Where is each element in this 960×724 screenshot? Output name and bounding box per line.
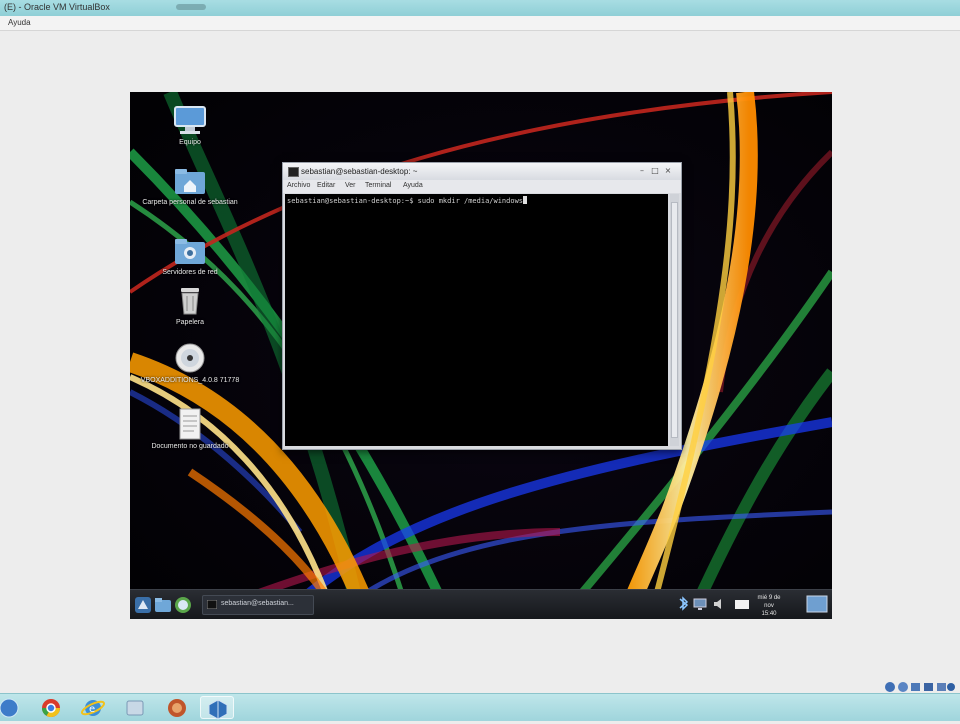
maximize-icon[interactable]: □ xyxy=(651,167,659,175)
cd-icon xyxy=(172,342,208,374)
scrollbar-thumb[interactable] xyxy=(671,202,678,438)
network-icon[interactable] xyxy=(692,596,708,612)
status-mouse-icon xyxy=(947,683,955,691)
terminal-title: sebastian@sebastian-desktop: ~ xyxy=(301,167,418,176)
desktop-icon-network-servers[interactable]: Servidores de red xyxy=(135,234,245,277)
status-cd-icon xyxy=(898,682,908,692)
panel-clock[interactable]: mié 9 de nov 15:40 xyxy=(752,594,786,618)
network-servers-icon xyxy=(172,234,208,266)
terminal-title-bar[interactable]: sebastian@sebastian-desktop: ~ – □ × xyxy=(283,163,681,180)
terminal-icon xyxy=(207,600,217,609)
vm-status-icons xyxy=(885,682,955,692)
terminal-prompt-line: sebastian@sebastian-desktop:~$ sudo mkdi… xyxy=(287,196,528,205)
terminal-icon xyxy=(288,167,299,177)
host-menu-bar: Ayuda xyxy=(0,16,960,31)
desktop-icon-label: Carpeta personal de sebastian xyxy=(142,199,238,206)
terminal-menu-ver[interactable]: Ver xyxy=(345,182,356,189)
file-explorer-icon[interactable] xyxy=(118,696,152,719)
desktop-icon-label: Documento no guardado xyxy=(151,443,229,450)
desktop-icon-equipo[interactable]: Equipo xyxy=(135,104,245,147)
clock-time: 15:40 xyxy=(761,611,777,617)
kickoff-menu-icon[interactable] xyxy=(134,596,152,614)
terminal-menu-archivo[interactable]: Archivo xyxy=(287,182,310,189)
terminal-menu-bar: Archivo Editar Ver Terminal Ayuda xyxy=(283,180,681,193)
desktop-icon-label: Equipo xyxy=(179,139,201,146)
media-player-icon[interactable] xyxy=(160,696,194,719)
host-taskbar: e xyxy=(0,693,960,721)
terminal-menu-terminal[interactable]: Terminal xyxy=(365,182,391,189)
notes-icon[interactable] xyxy=(734,596,750,612)
status-disk-icon xyxy=(885,682,895,692)
terminal-window[interactable]: sebastian@sebastian-desktop: ~ – □ × Arc… xyxy=(282,162,682,450)
svg-text:e: e xyxy=(89,704,95,715)
desktop-icon-label: VBOXADDITIONS_4.0.8 71778 xyxy=(140,377,240,384)
close-icon[interactable]: × xyxy=(664,167,672,175)
minimize-icon[interactable]: – xyxy=(638,167,646,175)
terminal-menu-ayuda[interactable]: Ayuda xyxy=(403,182,423,189)
desktop-icon-label: Servidores de red xyxy=(162,269,218,276)
guest-screen[interactable]: Equipo Carpeta personal de sebastian Ser… xyxy=(130,92,832,619)
status-shared-folders-icon xyxy=(937,683,946,691)
status-network-icon xyxy=(924,683,933,691)
chrome-icon[interactable] xyxy=(34,696,68,719)
internet-explorer-icon[interactable]: e xyxy=(76,696,110,719)
guest-panel: sebastian@sebastian... mié 9 de nov 15:4… xyxy=(130,589,832,619)
status-usb-icon xyxy=(911,683,920,691)
home-folder-icon xyxy=(172,164,208,196)
web-browser-icon[interactable] xyxy=(174,596,192,614)
trash-icon xyxy=(172,284,208,316)
volume-icon[interactable] xyxy=(712,596,726,612)
desktop-icon-vboxadditions[interactable]: VBOXADDITIONS_4.0.8 71778 xyxy=(135,342,245,385)
host-window-title: (E) - Oracle VM VirtualBox xyxy=(4,2,110,12)
virtualbox-icon[interactable] xyxy=(200,696,234,720)
host-title-bar[interactable]: (E) - Oracle VM VirtualBox xyxy=(0,0,960,17)
taskbar-item-label: sebastian@sebastian... xyxy=(221,600,294,607)
desktop-icon-trash[interactable]: Papelera xyxy=(135,284,245,327)
terminal-screen[interactable]: sebastian@sebastian-desktop:~$ sudo mkdi… xyxy=(285,194,668,446)
terminal-command: sebastian@sebastian-desktop:~$ sudo mkdi… xyxy=(287,197,524,205)
desktop-icon-unsaved-document[interactable]: Documento no guardado xyxy=(135,408,245,451)
bluetooth-icon[interactable] xyxy=(676,596,690,612)
desktop-icon-home-folder[interactable]: Carpeta personal de sebastian xyxy=(135,164,245,207)
text-cursor xyxy=(523,196,528,204)
desktop-icon-label: Papelera xyxy=(175,319,205,326)
menu-ayuda[interactable]: Ayuda xyxy=(8,18,31,27)
terminal-scrollbar[interactable] xyxy=(670,194,679,446)
desktop-pager-icon[interactable] xyxy=(806,595,828,613)
clock-date: mié 9 de nov xyxy=(757,595,781,609)
document-icon xyxy=(172,408,208,440)
title-bar-blur xyxy=(176,4,206,10)
start-button[interactable] xyxy=(0,696,26,719)
taskbar-item-terminal[interactable]: sebastian@sebastian... xyxy=(202,595,314,615)
computer-icon xyxy=(172,104,208,136)
file-manager-icon[interactable] xyxy=(154,596,172,614)
terminal-menu-editar[interactable]: Editar xyxy=(317,182,335,189)
